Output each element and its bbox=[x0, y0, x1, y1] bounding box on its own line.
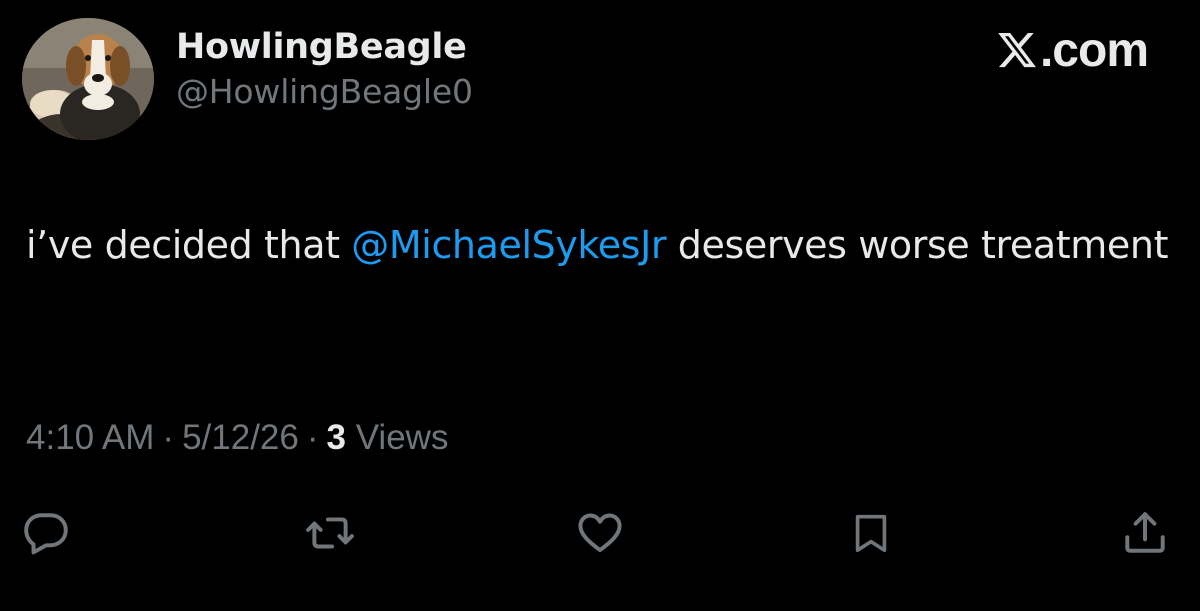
avatar-image bbox=[22, 18, 154, 140]
tweet-time[interactable]: 4:10 AM bbox=[26, 418, 154, 457]
meta-separator: · bbox=[306, 418, 319, 457]
author-identity: HowlingBeagle @HowlingBeagle0 bbox=[176, 24, 473, 114]
x-com-brand: .com bbox=[996, 23, 1149, 77]
bookmark-button[interactable] bbox=[843, 505, 899, 561]
share-button[interactable] bbox=[1117, 505, 1173, 561]
tweet-date[interactable]: 5/12/26 bbox=[182, 418, 299, 457]
reply-button[interactable] bbox=[18, 505, 74, 561]
reply-icon bbox=[24, 513, 68, 555]
views-label: Views bbox=[355, 418, 449, 457]
tweet-text-before: i’ve decided that bbox=[26, 223, 352, 267]
tweet-meta: 4:10 AM · 5/12/26 · 3 Views bbox=[26, 414, 448, 462]
mention-link[interactable]: @MichaelSykesJr bbox=[351, 223, 666, 267]
share-icon bbox=[1125, 512, 1165, 553]
heart-icon bbox=[578, 513, 622, 553]
tweet-text: i’ve decided that @MichaelSykesJr deserv… bbox=[26, 214, 1176, 276]
author-handle[interactable]: @HowlingBeagle0 bbox=[176, 70, 473, 114]
tweet-card: HowlingBeagle @HowlingBeagle0 .com i’ve … bbox=[0, 0, 1200, 611]
repost-icon bbox=[306, 517, 354, 549]
avatar[interactable] bbox=[22, 18, 154, 140]
like-button[interactable] bbox=[572, 505, 628, 561]
bookmark-icon bbox=[855, 514, 887, 553]
tweet-text-after: deserves worse treatment bbox=[666, 223, 1169, 267]
repost-button[interactable] bbox=[302, 505, 358, 561]
meta-separator: · bbox=[162, 418, 175, 457]
x-logo-icon bbox=[996, 28, 1038, 72]
brand-label: .com bbox=[1039, 23, 1149, 77]
author-display-name[interactable]: HowlingBeagle bbox=[176, 24, 473, 70]
views-count: 3 bbox=[326, 418, 346, 457]
